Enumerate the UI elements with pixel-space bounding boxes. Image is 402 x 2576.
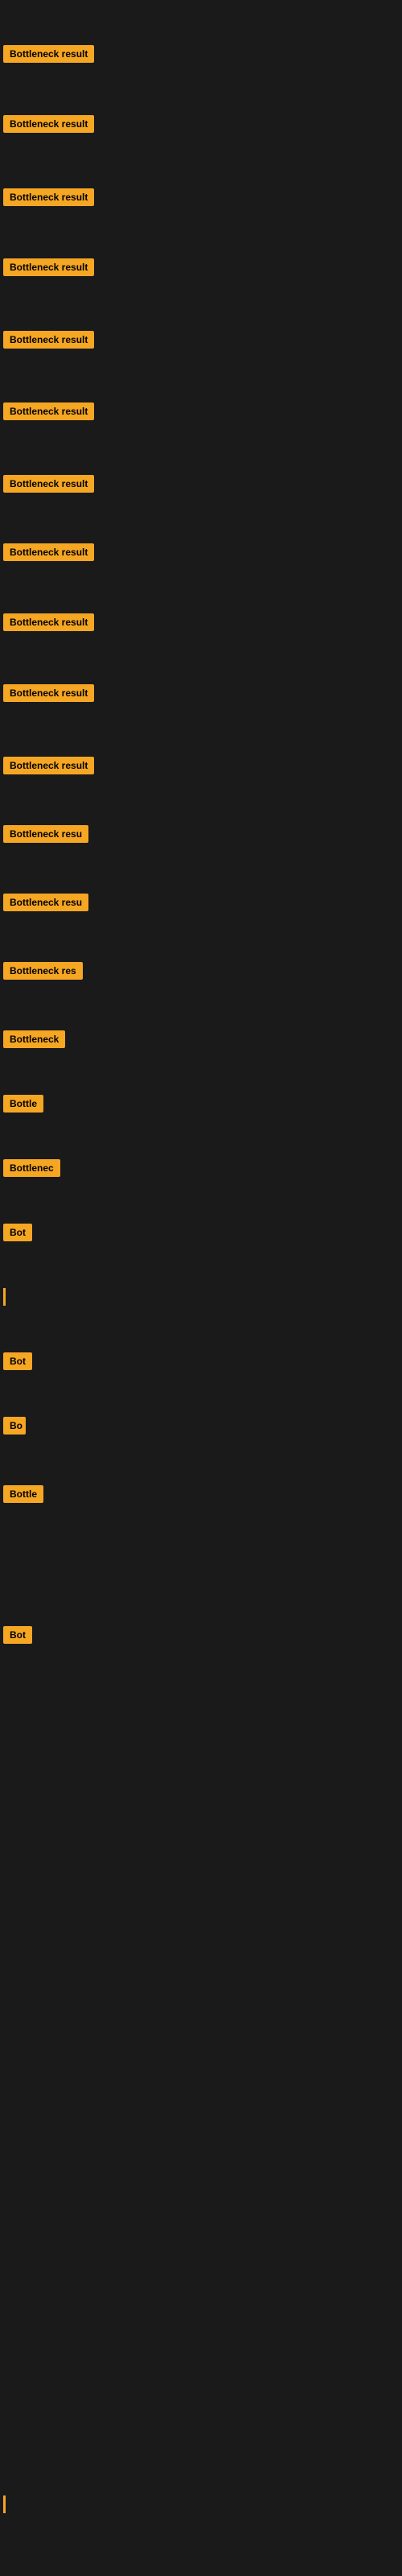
bottleneck-badge: Bottleneck result (3, 684, 94, 702)
bottleneck-item: Bottleneck result (3, 543, 94, 565)
bottleneck-badge: Bottleneck result (3, 475, 94, 493)
bottleneck-badge: Bottle (3, 1095, 43, 1113)
bottleneck-item: Bot (3, 1626, 32, 1648)
bottleneck-item (3, 1288, 6, 1310)
bottleneck-item: Bottleneck result (3, 613, 94, 635)
page-container: Bottleneck result Bottleneck result Bottle… (0, 0, 402, 2576)
cursor-indicator (3, 2496, 6, 2513)
bottleneck-badge: Bot (3, 1626, 32, 1644)
bottleneck-badge: Bottleneck resu (3, 894, 88, 911)
bottleneck-item: Bottle (3, 1485, 43, 1507)
bottleneck-item: Bottleneck result (3, 258, 94, 280)
bottleneck-item: Bottleneck resu (3, 825, 88, 847)
bottleneck-item: Bottleneck result (3, 684, 94, 706)
bottleneck-badge: Bottleneck result (3, 45, 94, 63)
bottleneck-badge: Bottleneck result (3, 115, 94, 133)
bottleneck-item: Bottlenec (3, 1159, 60, 1181)
bottleneck-item: Bottleneck result (3, 757, 94, 778)
bottleneck-badge: Bottleneck res (3, 962, 83, 980)
bottleneck-item: Bottleneck result (3, 475, 94, 497)
bottleneck-badge: Bottleneck result (3, 188, 94, 206)
bottleneck-item (3, 2496, 6, 2517)
bottleneck-item: Bot (3, 1352, 32, 1374)
bottleneck-badge: Bottleneck result (3, 402, 94, 420)
bottleneck-badge: Bottleneck result (3, 613, 94, 631)
bottleneck-item: Bottleneck result (3, 115, 94, 137)
bottleneck-item: Bottleneck res (3, 962, 83, 984)
bottleneck-item: Bottleneck resu (3, 894, 88, 915)
bottleneck-badge: Bo (3, 1417, 26, 1435)
bottleneck-item: Bot (3, 1224, 32, 1245)
bottleneck-badge: Bot (3, 1352, 32, 1370)
bottleneck-badge: Bottle (3, 1485, 43, 1503)
bottleneck-badge: Bot (3, 1224, 32, 1241)
bottleneck-badge: Bottleneck result (3, 258, 94, 276)
cursor-indicator (3, 1288, 6, 1306)
bottleneck-badge: Bottleneck result (3, 757, 94, 774)
bottleneck-item: Bottleneck result (3, 402, 94, 424)
bottleneck-item: Bottleneck result (3, 331, 94, 353)
bottleneck-badge: Bottleneck result (3, 543, 94, 561)
site-title (0, 0, 402, 10)
bottleneck-item: Bo (3, 1417, 26, 1439)
bottleneck-badge: Bottleneck (3, 1030, 65, 1048)
bottleneck-badge: Bottleneck result (3, 331, 94, 349)
bottleneck-badge: Bottlenec (3, 1159, 60, 1177)
bottleneck-item: Bottle (3, 1095, 43, 1117)
bottleneck-item: Bottleneck (3, 1030, 65, 1052)
bottleneck-item: Bottleneck result (3, 45, 94, 67)
bottleneck-badge: Bottleneck resu (3, 825, 88, 843)
bottleneck-item: Bottleneck result (3, 188, 94, 210)
